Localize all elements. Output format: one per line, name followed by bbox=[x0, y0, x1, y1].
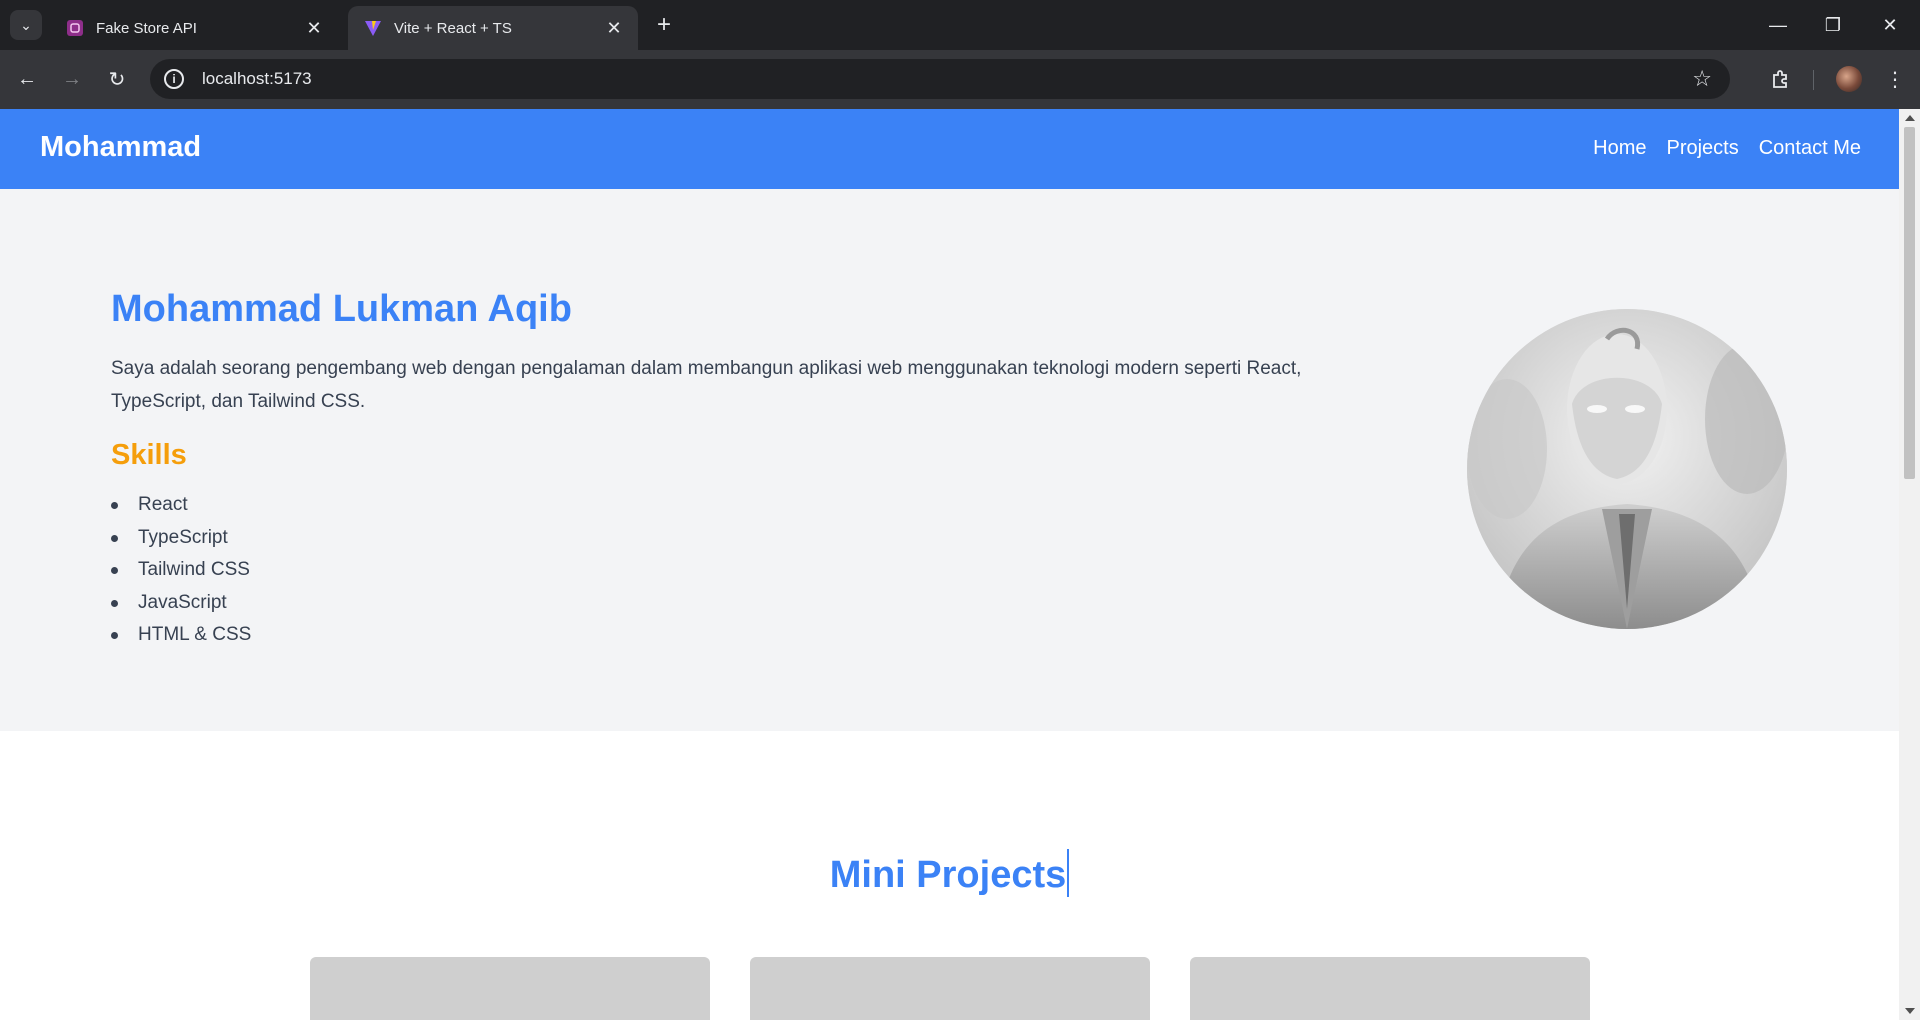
address-bar[interactable]: i localhost:5173 ☆ bbox=[150, 59, 1730, 99]
page-viewport: Mohammad Home Projects Contact Me Mohamm… bbox=[0, 109, 1899, 1020]
forward-arrow-icon[interactable]: → bbox=[57, 64, 87, 94]
url-text[interactable]: localhost:5173 bbox=[202, 69, 312, 89]
skill-item: Tailwind CSS bbox=[111, 554, 251, 587]
projects-heading: Mini Projects bbox=[0, 849, 1899, 897]
profile-avatar[interactable] bbox=[1836, 66, 1862, 92]
skill-item: TypeScript bbox=[111, 522, 251, 555]
chevron-down-icon: ⌄ bbox=[20, 16, 32, 33]
new-tab-button[interactable]: + bbox=[650, 12, 678, 40]
nav-link-projects[interactable]: Projects bbox=[1666, 137, 1738, 160]
site-brand[interactable]: Mohammad bbox=[40, 131, 201, 164]
extensions-puzzle-icon[interactable] bbox=[1766, 64, 1796, 94]
scroll-down-arrow-icon[interactable] bbox=[1905, 1008, 1915, 1014]
hero-name: Mohammad Lukman Aqib bbox=[111, 288, 572, 330]
browser-tab-fake-store[interactable]: Fake Store API ✕ bbox=[50, 6, 338, 50]
page-scrollbar[interactable] bbox=[1899, 109, 1920, 1020]
browser-tab-vite[interactable]: Vite + React + TS ✕ bbox=[348, 6, 638, 50]
close-window-icon[interactable]: ✕ bbox=[1870, 10, 1910, 40]
project-card[interactable] bbox=[310, 957, 710, 1020]
browser-tab-strip: ⌄ Fake Store API ✕ Vite + React + TS ✕ +… bbox=[0, 0, 1920, 50]
menu-kebab-icon[interactable]: ⋮ bbox=[1880, 64, 1910, 94]
project-card[interactable] bbox=[750, 957, 1150, 1020]
minimize-icon[interactable]: — bbox=[1758, 10, 1798, 40]
bookmark-star-icon[interactable]: ☆ bbox=[1692, 66, 1712, 92]
project-card[interactable] bbox=[1190, 957, 1590, 1020]
back-arrow-icon[interactable]: ← bbox=[12, 64, 42, 94]
skill-item: JavaScript bbox=[111, 587, 251, 620]
profile-photo bbox=[1467, 309, 1787, 629]
site-nav-links: Home Projects Contact Me bbox=[1593, 137, 1861, 160]
tab-title: Vite + React + TS bbox=[394, 19, 512, 37]
restore-icon[interactable]: ❐ bbox=[1813, 10, 1853, 40]
close-tab-icon[interactable]: ✕ bbox=[304, 18, 324, 39]
close-tab-icon[interactable]: ✕ bbox=[604, 18, 624, 39]
hero-description: Saya adalah seorang pengembang web denga… bbox=[111, 358, 1302, 412]
scroll-up-arrow-icon[interactable] bbox=[1905, 115, 1915, 121]
tab-search-button[interactable]: ⌄ bbox=[10, 10, 42, 40]
nav-link-home[interactable]: Home bbox=[1593, 137, 1646, 160]
vite-favicon-icon bbox=[364, 19, 382, 37]
site-navbar: Mohammad Home Projects Contact Me bbox=[0, 109, 1899, 189]
browser-toolbar: ← → ↻ i localhost:5173 ☆ ⋮ bbox=[0, 50, 1920, 109]
skill-item: React bbox=[111, 489, 251, 522]
scrollbar-thumb[interactable] bbox=[1904, 127, 1915, 479]
skills-heading: Skills bbox=[111, 439, 187, 471]
reload-icon[interactable]: ↻ bbox=[102, 64, 132, 94]
hero-section: Mohammad Lukman Aqib Saya adalah seorang… bbox=[0, 189, 1899, 731]
text-cursor bbox=[1067, 849, 1070, 897]
fake-store-favicon-icon bbox=[66, 19, 84, 37]
nav-link-contact[interactable]: Contact Me bbox=[1759, 137, 1861, 160]
site-info-icon[interactable]: i bbox=[164, 69, 184, 89]
skill-item: HTML & CSS bbox=[111, 619, 251, 652]
tab-title: Fake Store API bbox=[96, 19, 197, 37]
toolbar-divider bbox=[1813, 70, 1814, 90]
skills-list: React TypeScript Tailwind CSS JavaScript… bbox=[111, 489, 251, 652]
